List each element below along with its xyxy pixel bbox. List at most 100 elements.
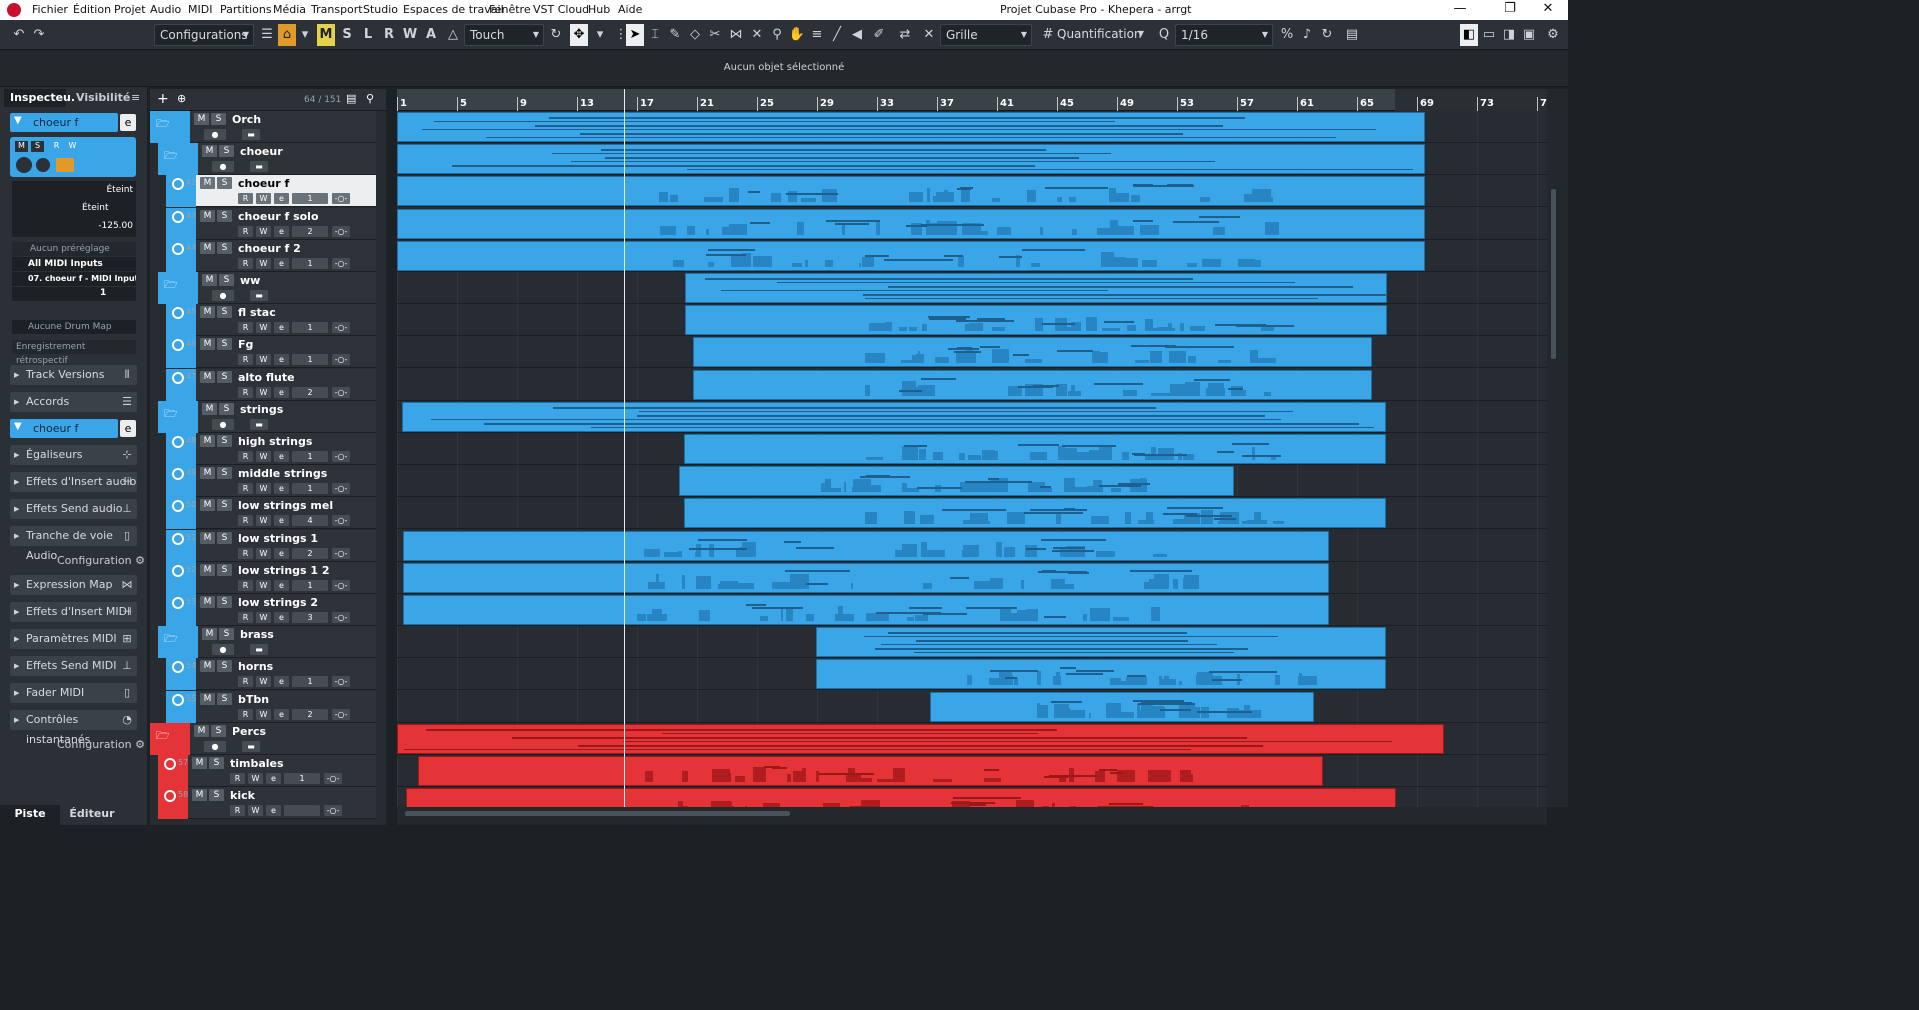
snap-dropdown-icon[interactable]: ▾ [591,24,609,46]
folder-edit-button[interactable]: ▬ [242,740,260,752]
read-button[interactable]: R [238,612,253,623]
solo-button[interactable]: S [209,789,224,802]
read-button[interactable]: R [238,708,253,720]
section-track-versions[interactable]: Track Versions ⫴ [10,365,137,385]
midi-part[interactable] [406,788,1396,807]
mute-button[interactable]: M [200,563,215,576]
track-name[interactable]: horns [238,660,273,673]
folder-icon[interactable]: 🗁 [164,147,178,166]
pan-control[interactable]: -○- [332,579,350,591]
track-name[interactable]: choeur f solo [238,210,319,223]
pan-value[interactable]: Éteint [82,203,109,213]
folder-record-button[interactable]: ● [204,740,226,752]
midi-channel[interactable]: 1 [292,322,328,334]
pan-control[interactable]: -○- [332,193,350,205]
solo-button[interactable]: S [219,145,234,158]
time-base-icon[interactable] [172,210,184,223]
mute-button[interactable]: M [200,306,215,319]
redo-icon[interactable]: ↷ [30,24,48,46]
edit-button[interactable]: e [274,612,289,623]
horizontal-scrollbar[interactable] [397,807,1547,825]
folder-record-button[interactable]: ● [212,418,234,430]
lock-dropdown-icon[interactable]: ▾ [296,24,314,46]
quantize-icon[interactable]: Q [1155,24,1173,46]
track-name[interactable]: choeur [240,145,283,158]
transport-icon[interactable]: ▣ [1520,24,1538,46]
pan-control[interactable]: -○- [332,225,350,237]
inspector-menu-icon[interactable]: ≡ [131,91,140,104]
drum-map-selector[interactable]: Aucune Drum Map [12,320,136,334]
mute-button[interactable]: M [200,338,215,351]
track-name[interactable]: choeur f 2 [238,242,301,255]
write-button[interactable]: W [256,483,271,495]
track-name[interactable]: low strings mel [238,499,333,512]
midi-part[interactable] [683,434,1386,464]
track-name[interactable]: strings [240,403,283,416]
track-row[interactable]: 47 M Salto flute R We 2 -○- [166,368,376,401]
menu-item-6[interactable]: Média [273,3,306,16]
restore-button[interactable]: ❐ [1490,1,1530,16]
menu-item-12[interactable]: Hub [588,3,610,16]
midi-part[interactable] [397,112,1425,142]
midi-channel[interactable]: 2 [292,225,328,237]
midi-part[interactable] [685,305,1387,336]
mute-button[interactable]: M [200,660,215,673]
line-tool-icon[interactable]: ╱ [828,24,846,46]
mute-button[interactable]: M [200,435,215,447]
read-button[interactable]: R [238,676,253,688]
folder-edit-button[interactable]: ▬ [250,418,268,430]
solo-button[interactable]: S [217,499,232,512]
edit-button[interactable]: e [274,451,289,462]
midi-channel[interactable]: 1 [292,676,328,688]
midi-part[interactable] [397,240,1425,271]
quantize-percent-icon[interactable]: % [1278,24,1296,46]
mute-button[interactable]: M [15,141,28,152]
track-row[interactable]: 🗁 M Sstrings ● ▬ [158,400,376,433]
pan-control[interactable]: -○- [324,773,342,784]
solo-button[interactable]: S [219,628,234,641]
track-filter-icon[interactable]: ▤ [346,92,356,105]
refresh-icon[interactable]: ↻ [547,24,565,46]
midi-channel[interactable]: 1 [292,451,328,462]
minimize-button[interactable]: — [1440,1,1480,16]
mute-button[interactable]: M [200,209,215,222]
read-button[interactable]: R [238,225,253,237]
quantize-reset-icon[interactable]: ↻ [1318,24,1336,46]
pan-control[interactable]: -○- [332,547,350,559]
settings-icon[interactable]: ⚙ [1544,24,1562,46]
read-button[interactable]: R [238,322,253,334]
midi-channel[interactable]: 1 [292,193,328,205]
read-button[interactable]: R [238,257,253,269]
glue-tool-icon[interactable]: ⋈ [727,24,745,46]
mixconsole-icon[interactable]: ▤ [1343,24,1361,46]
track-name[interactable]: middle strings [238,467,327,480]
solo-button[interactable]: S [217,435,232,447]
write-button[interactable]: W [256,451,271,462]
menu-item-8[interactable]: Studio [363,3,398,16]
time-base-icon[interactable] [164,758,176,770]
snap-icon[interactable]: ✥ [570,24,588,46]
midi-part[interactable] [692,337,1372,368]
midi-part[interactable] [679,466,1234,497]
scissors-tool-icon[interactable]: ✂ [706,24,724,46]
state-button-s[interactable]: S [338,24,356,46]
quantize-apply-icon[interactable]: ♪ [1298,24,1316,46]
menu-item-7[interactable]: Transport [311,3,363,16]
time-base-icon[interactable] [172,693,184,706]
right-zone-icon[interactable]: ◨ [1500,24,1518,46]
state-button-m[interactable]: M [317,24,335,46]
write-button[interactable]: W [256,193,271,205]
midi-output-selector[interactable]: 07. choeur f - MIDI Input [12,272,136,286]
midi-part[interactable] [397,208,1425,239]
write-button[interactable]: W [256,676,271,688]
midi-part[interactable] [685,273,1387,303]
folder-record-button[interactable]: ● [212,161,234,173]
track-row[interactable]: 50 M Slow strings mel R We 4 -○- [166,497,376,530]
track-name[interactable]: ww [240,274,260,287]
track-name[interactable]: Orch [232,113,261,126]
pan-control[interactable]: -○- [332,515,350,527]
track-row[interactable]: 58 M Skick R We -○- [158,787,376,820]
eraser-tool-icon[interactable]: ◇ [686,24,704,46]
edit-button[interactable]: e [274,257,289,269]
track-name[interactable]: low strings 2 [238,596,318,609]
